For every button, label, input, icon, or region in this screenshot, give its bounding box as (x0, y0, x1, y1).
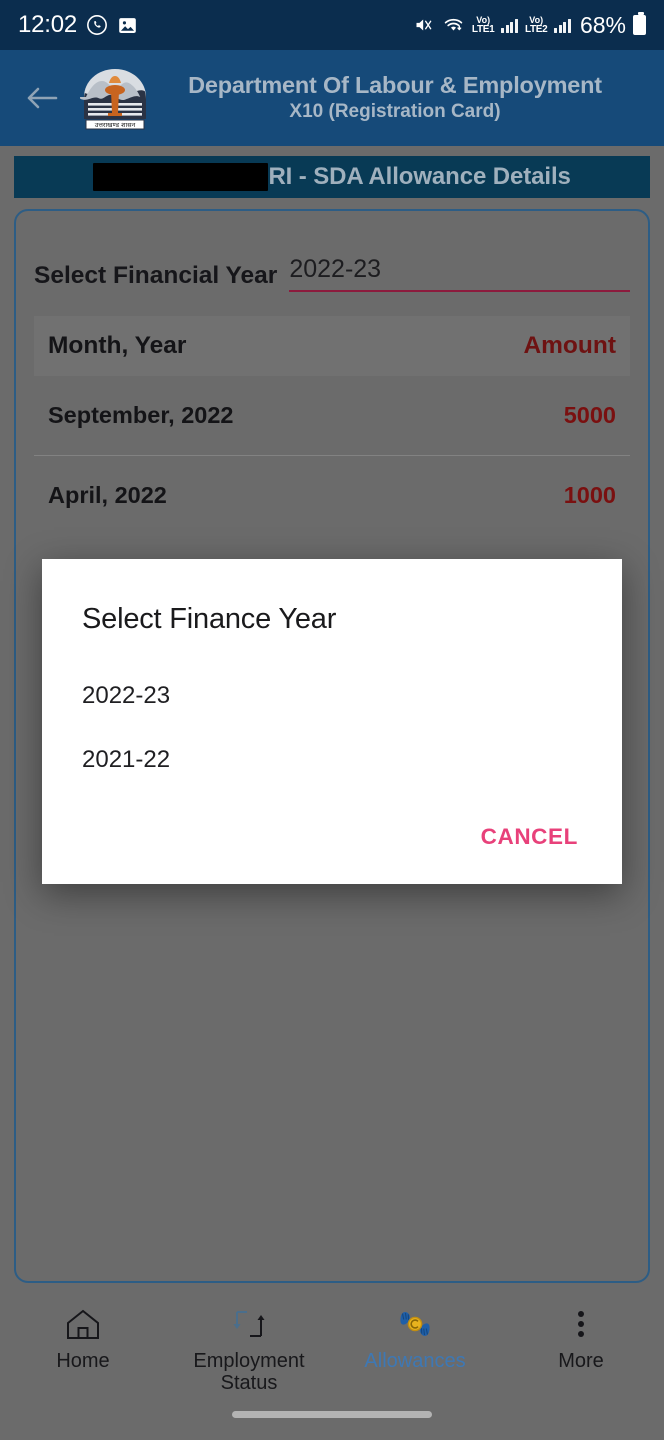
dialog-option-list: 2022-23 2021-22 (42, 636, 622, 798)
dialog-option[interactable]: 2022-23 (42, 664, 622, 728)
select-finance-year-dialog: Select Finance Year 2022-23 2021-22 CANC… (42, 559, 622, 884)
dialog-option[interactable]: 2021-22 (42, 728, 622, 792)
dialog-title: Select Finance Year (82, 603, 337, 635)
dialog-actions: CANCEL (42, 798, 622, 884)
dialog-scrim[interactable]: Select Finance Year 2022-23 2021-22 CANC… (0, 0, 664, 1440)
cancel-button[interactable]: CANCEL (467, 816, 592, 858)
